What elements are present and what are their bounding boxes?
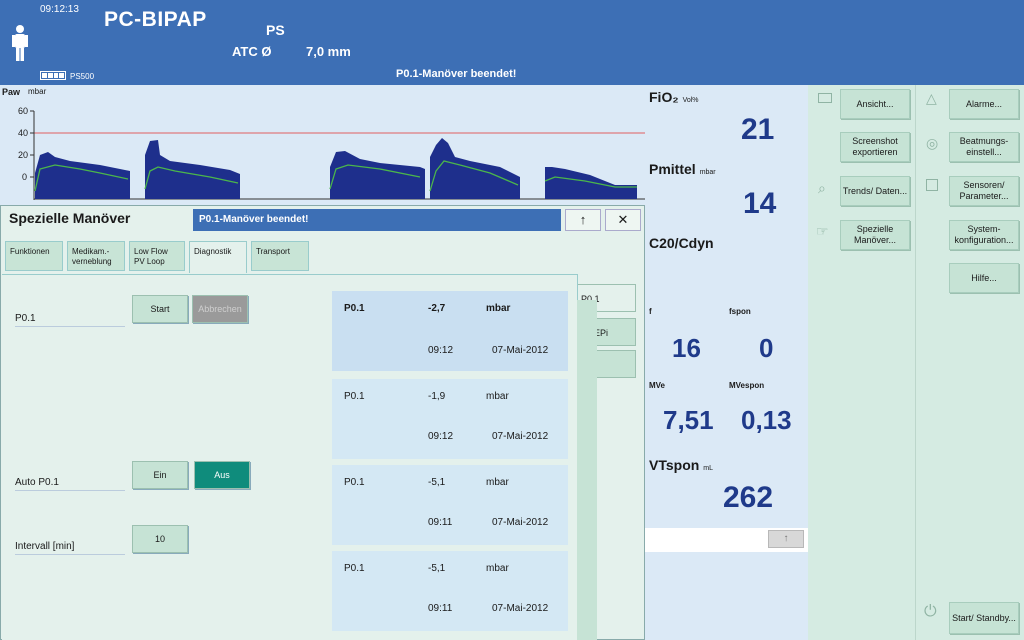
tab-low-flow[interactable]: Low Flow PV Loop <box>129 241 185 271</box>
tab-transport[interactable]: Transport <box>251 241 309 271</box>
result-time: 09:12 <box>428 345 454 356</box>
fio2-value: 21 <box>741 113 775 146</box>
result-date: 07-Mai-2012 <box>492 603 549 614</box>
result-time: 09:11 <box>428 603 453 614</box>
result-name: P0.1 <box>344 477 365 488</box>
result-unit: mbar <box>486 391 509 402</box>
measurement-panel: FiO₂ Vol% 21 Pmittel mbar 14 C20/Cdyn f fs… <box>645 85 808 555</box>
mve-value: 7,51 <box>663 405 714 435</box>
alarms-button[interactable]: Alarme... <box>949 89 1019 119</box>
result-unit: mbar <box>486 477 509 488</box>
tab-nebulizer[interactable]: Medikam.-verneblung <box>67 241 125 271</box>
c20-label: C20/Cdyn <box>649 235 714 251</box>
result-card: P0.1 -5,1 mbar 09:11 07-Mai-2012 <box>332 465 568 545</box>
tab-diagnostics[interactable]: Diagnostik <box>189 241 247 273</box>
patient-icon[interactable] <box>10 24 30 62</box>
ventilation-mode[interactable]: PC-BIPAP <box>104 8 207 32</box>
system-config-button[interactable]: System-konfiguration... <box>949 220 1019 250</box>
special-maneuver-dialog: Spezielle Manöver P0.1-Manöver beendet! … <box>0 205 645 640</box>
auto-p01-label: Auto P0.1 <box>15 477 125 491</box>
waveform-label: Paw <box>2 87 21 97</box>
result-time: 09:12 <box>428 431 454 442</box>
result-card: P0.1 -5,1 mbar 09:11 07-Mai-2012 <box>332 551 568 631</box>
result-date: 07-Mai-2012 <box>492 431 549 442</box>
standby-button[interactable]: Start/ Standby... <box>949 602 1019 634</box>
dialog-message: P0.1-Manöver beendet! <box>193 209 561 231</box>
atc-value: 7,0 mm <box>306 44 351 59</box>
pmittel-value: 14 <box>743 187 777 220</box>
result-name: P0.1 <box>344 303 365 314</box>
result-date: 07-Mai-2012 <box>492 517 549 528</box>
p01-label: P0.1 <box>15 313 125 327</box>
pmittel-label: Pmittel mbar <box>649 161 716 177</box>
help-button[interactable]: Hilfe... <box>949 263 1019 293</box>
alarm-icon: △ <box>926 90 937 106</box>
mvespon-value: 0,13 <box>741 405 792 435</box>
start-button[interactable]: Start <box>132 295 188 323</box>
side-tab-rail <box>577 300 597 640</box>
view-button[interactable]: Ansicht... <box>840 89 910 119</box>
tick-label: 60 <box>18 106 29 116</box>
waveform-plot <box>30 110 645 200</box>
result-value: -5,1 <box>428 563 446 574</box>
interval-label: Intervall [min] <box>15 541 125 555</box>
result-unit: mbar <box>486 563 509 574</box>
ventilation-settings-button[interactable]: Beatmungs-einstell... <box>949 132 1019 162</box>
result-date: 07-Mai-2012 <box>492 345 549 356</box>
dialog-up-button[interactable]: ↑ <box>565 209 601 231</box>
pressure-waveform: Paw mbar 60 40 20 0 <box>0 85 645 205</box>
hand-icon: ☞ <box>816 223 829 239</box>
tick-label: 40 <box>18 128 29 138</box>
atc-label: ATC Ø <box>232 44 272 59</box>
special-maneuver-button[interactable]: Spezielle Manöver... <box>840 220 910 250</box>
view-icon <box>818 93 832 103</box>
screenshot-export-button[interactable]: Screenshot exportieren <box>840 132 910 162</box>
auto-off-button[interactable]: Aus <box>194 461 250 489</box>
side-menu-b: △ Alarme... ◎ Beatmungs-einstell... Sens… <box>915 85 1024 640</box>
side-menu-a: Ansicht... Screenshot exportieren ⌕ Tren… <box>808 85 915 640</box>
result-name: P0.1 <box>344 563 365 574</box>
result-value: -5,1 <box>428 477 446 488</box>
waveform-unit: mbar <box>28 87 47 96</box>
f-value: 16 <box>672 333 701 363</box>
fspon-value: 0 <box>759 333 774 363</box>
tick-label: 0 <box>22 172 28 182</box>
f-label: f <box>649 307 652 316</box>
result-time: 09:11 <box>428 517 453 528</box>
mve-label: MVe <box>649 381 666 390</box>
sub-mode: PS <box>266 22 285 38</box>
result-card: P0.1 -1,9 mbar 09:12 07-Mai-2012 <box>332 379 568 459</box>
fio2-label: FiO₂ Vol% <box>649 89 699 105</box>
result-name: P0.1 <box>344 391 365 402</box>
diagnostics-content: P0.1 Start Abbrechen Auto P0.1 Ein Aus I… <box>2 274 578 640</box>
vtspon-value: 262 <box>723 481 774 514</box>
tab-functions[interactable]: Funktionen <box>5 241 63 271</box>
scroll-up-button[interactable]: ↑ <box>768 530 804 548</box>
clock: 09:12:13 <box>40 4 79 15</box>
settings-icon: ◎ <box>926 135 939 151</box>
battery-icon <box>40 71 66 80</box>
status-message: P0.1-Manöver beendet! <box>396 68 517 80</box>
mvespon-label: MVespon <box>729 381 765 390</box>
result-value: -2,7 <box>428 303 446 314</box>
interval-value-button[interactable]: 10 <box>132 525 188 553</box>
vtspon-label: VTspon mL <box>649 457 714 473</box>
fspon-label: fspon <box>729 307 751 316</box>
auto-on-button[interactable]: Ein <box>132 461 188 489</box>
sensor-icon <box>926 179 938 191</box>
abort-button[interactable]: Abbrechen <box>192 295 248 323</box>
tick-label: 20 <box>18 150 29 160</box>
status-header: 09:12:13 PC-BIPAP PS ATC Ø 7,0 mm P0.1-M… <box>0 0 1024 85</box>
search-icon: ⌕ <box>818 180 826 196</box>
empty-panel <box>645 552 808 640</box>
device-label: PS500 <box>70 72 95 81</box>
power-icon: ⏻ <box>924 603 937 620</box>
result-card: P0.1 -2,7 mbar 09:12 07-Mai-2012 <box>332 291 568 371</box>
trends-button[interactable]: Trends/ Daten... <box>840 176 910 206</box>
dialog-close-button[interactable]: ✕ <box>605 209 641 231</box>
dialog-title: Spezielle Manöver <box>9 210 131 226</box>
result-unit: mbar <box>486 303 511 314</box>
result-value: -1,9 <box>428 391 446 402</box>
sensors-button[interactable]: Sensoren/ Parameter... <box>949 176 1019 206</box>
